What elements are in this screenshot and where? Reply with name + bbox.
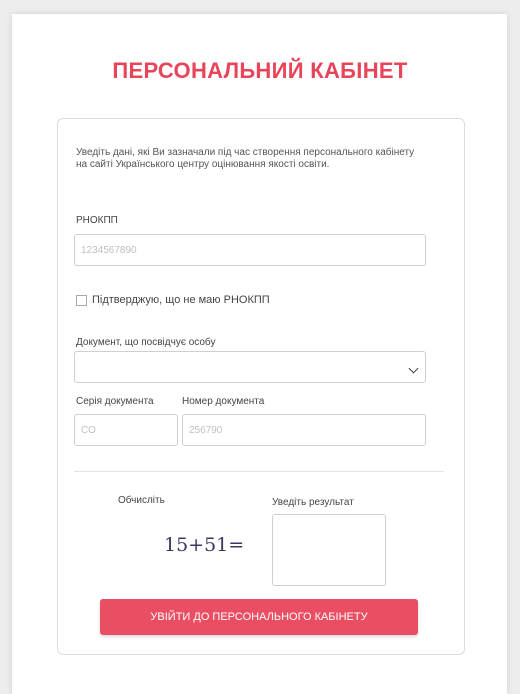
submit-button[interactable]: УВІЙТИ ДО ПЕРСОНАЛЬНОГО КАБІНЕТУ <box>100 599 418 635</box>
document-label: Документ, що посвідчує особу <box>76 337 216 348</box>
no-rnokpp-checkbox[interactable] <box>76 295 87 306</box>
document-select[interactable] <box>74 351 426 383</box>
login-form: Уведіть дані, які Ви зазначали під час с… <box>57 118 465 655</box>
no-rnokpp-label[interactable]: Підтверджую, що не маю РНОКПП <box>92 294 270 306</box>
number-placeholder: 256790 <box>189 424 223 436</box>
number-input[interactable]: 256790 <box>182 414 426 446</box>
series-placeholder: СО <box>81 424 96 436</box>
series-input[interactable]: СО <box>74 414 178 446</box>
captcha-expression: 15+51= <box>164 534 245 556</box>
rnokpp-label: РНОКПП <box>76 215 118 226</box>
submit-button-label: УВІЙТИ ДО ПЕРСОНАЛЬНОГО КАБІНЕТУ <box>150 611 368 623</box>
captcha-result-input[interactable] <box>272 514 386 586</box>
rnokpp-placeholder: 1234567890 <box>81 244 137 256</box>
chevron-down-icon <box>408 363 419 374</box>
page-title: ПЕРСОНАЛЬНИЙ КАБІНЕТ <box>112 58 408 83</box>
compute-label: Обчисліть <box>118 495 165 506</box>
result-label: Уведіть результат <box>272 497 354 508</box>
divider <box>74 471 444 472</box>
rnokpp-input[interactable]: 1234567890 <box>74 234 426 266</box>
series-label: Серія документа <box>76 396 154 407</box>
number-label: Номер документа <box>182 396 265 407</box>
intro-text: Уведіть дані, які Ви зазначали під час с… <box>76 147 415 170</box>
